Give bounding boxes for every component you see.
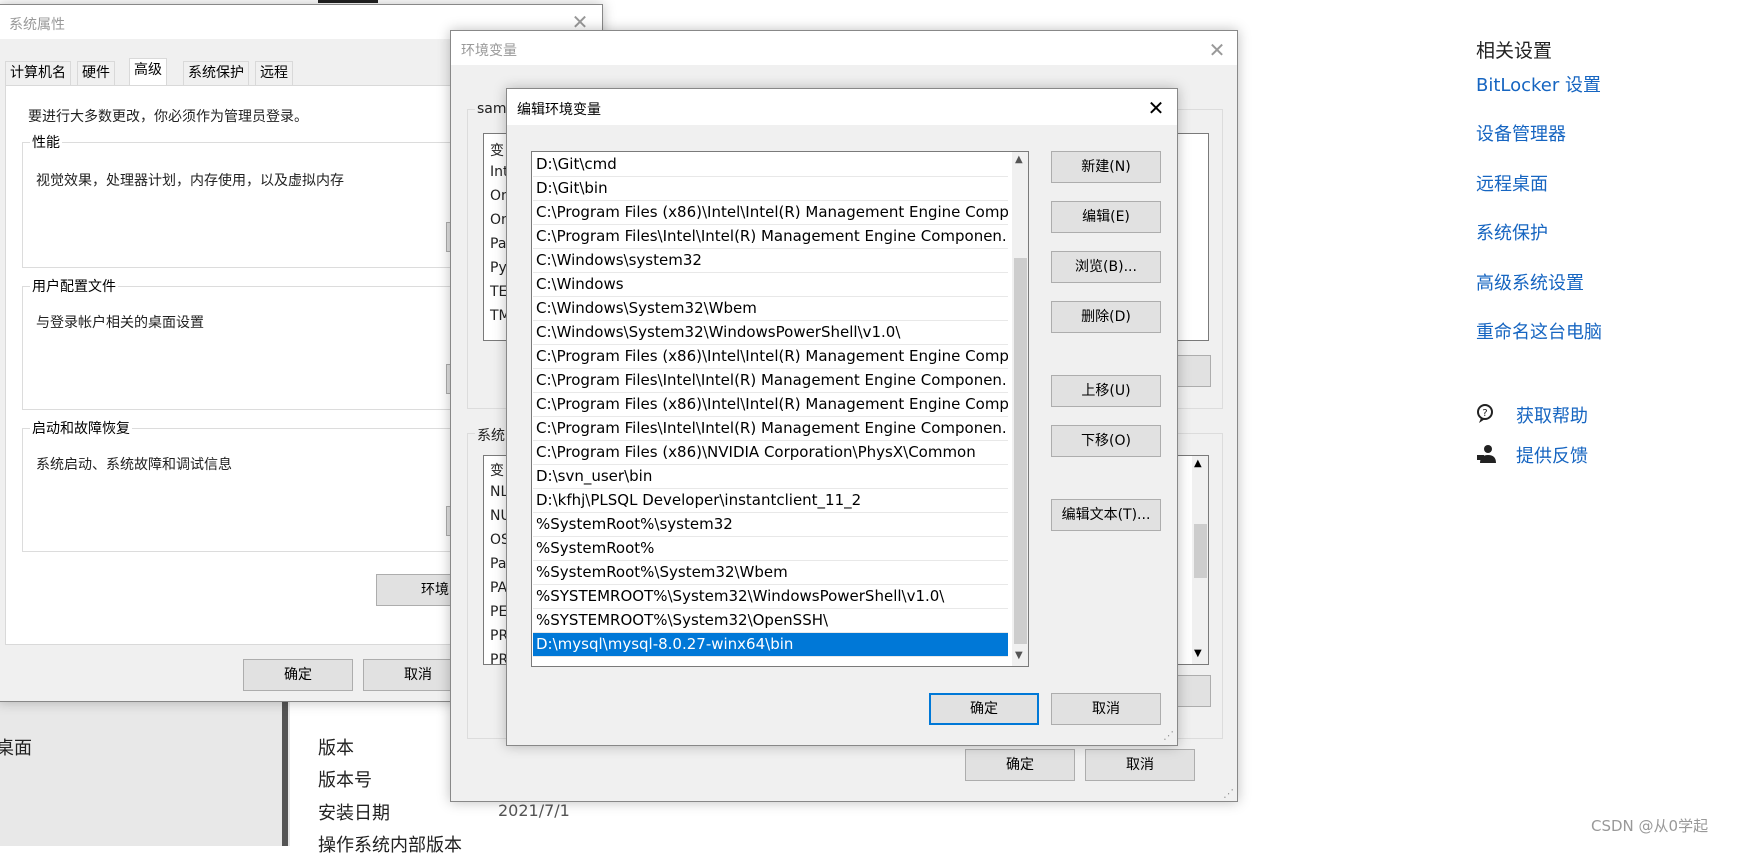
link-get-help[interactable]: 获取帮助 xyxy=(1516,402,1588,428)
resize-grip-icon[interactable]: ⋰ xyxy=(1163,729,1174,742)
tab-computer-name[interactable]: 计算机名 xyxy=(5,61,71,85)
path-entry[interactable]: C:\Program Files (x86)\Intel\Intel(R) Ma… xyxy=(533,393,1008,417)
svg-text:?: ? xyxy=(1482,408,1487,419)
about-label-install-date: 安装日期 xyxy=(318,803,390,824)
group-startup-recovery-label: 启动和故障恢复 xyxy=(30,418,132,438)
watermark: CSDN @从0学起 xyxy=(1591,817,1709,835)
settings-nav-pane xyxy=(0,700,290,846)
ok-button[interactable]: 确定 xyxy=(243,659,353,691)
path-entry[interactable]: C:\Windows\system32 xyxy=(533,249,1008,273)
feedback-person-icon xyxy=(1477,445,1496,463)
move-down-button[interactable]: 下移(O) xyxy=(1051,425,1161,457)
edit-env-titlebar: 编辑环境变量 ✕ xyxy=(507,89,1177,125)
system-variables-scrollbar[interactable]: ▲ ▼ xyxy=(1192,456,1208,664)
list-item: 变 xyxy=(490,463,504,479)
settings-pane-divider xyxy=(282,700,288,846)
path-entry[interactable]: %SystemRoot%\System32\Wbem xyxy=(533,561,1008,585)
delete-button[interactable]: 删除(D) xyxy=(1051,301,1161,333)
link-advanced-system-settings[interactable]: 高级系统设置 xyxy=(1476,269,1584,295)
group-user-profiles-label: 用户配置文件 xyxy=(30,276,118,296)
link-rename-pc[interactable]: 重命名这台电脑 xyxy=(1476,318,1602,344)
resize-grip-icon[interactable]: ⋰ xyxy=(1223,787,1234,800)
edit-button[interactable]: 编辑(E) xyxy=(1051,201,1161,233)
path-entry[interactable]: C:\Windows xyxy=(533,273,1008,297)
chevron-up-icon[interactable]: ▲ xyxy=(1194,458,1202,469)
path-entry[interactable]: D:\Git\cmd xyxy=(533,153,1008,177)
path-entries-container: D:\Git\cmd D:\Git\bin C:\Program Files (x8… xyxy=(533,153,1011,666)
path-entry[interactable]: D:\kfhj\PLSQL Developer\instantclient_11… xyxy=(533,489,1008,513)
new-button[interactable]: 新建(N) xyxy=(1051,151,1161,183)
system-properties-title: 系统属性 xyxy=(9,17,65,33)
about-label-os-build: 操作系统内部版本 xyxy=(318,835,462,856)
path-entry[interactable]: C:\Program Files\Intel\Intel(R) Manageme… xyxy=(533,417,1008,441)
cancel-button[interactable]: 取消 xyxy=(1085,749,1195,781)
path-entries-list[interactable]: D:\Git\cmd D:\Git\bin C:\Program Files (x8… xyxy=(531,151,1029,667)
ok-button[interactable]: 确定 xyxy=(965,749,1075,781)
path-entry[interactable]: %SYSTEMROOT%\System32\WindowsPowerShell\… xyxy=(533,585,1008,609)
admin-note: 要进行大多数更改，你必须作为管理员登录。 xyxy=(28,109,308,125)
path-entry[interactable]: %SystemRoot%\system32 xyxy=(533,513,1008,537)
about-label-edition: 版本 xyxy=(318,738,354,759)
cancel-button[interactable]: 取消 xyxy=(1051,693,1161,725)
list-item[interactable]: PA xyxy=(490,580,507,596)
link-remote-desktop[interactable]: 远程桌面 xyxy=(1476,170,1548,196)
path-entry-selected[interactable]: D:\mysql\mysql-8.0.27-winx64\bin xyxy=(533,633,1008,657)
path-entry[interactable]: D:\Git\bin xyxy=(533,177,1008,201)
close-icon[interactable]: ✕ xyxy=(1145,97,1167,119)
system-variables-label: 系统 xyxy=(475,425,507,445)
chevron-down-icon[interactable]: ▼ xyxy=(1194,648,1202,659)
path-entry[interactable]: %SYSTEMROOT%\System32\OpenSSH\ xyxy=(533,609,1008,633)
group-performance-label: 性能 xyxy=(30,132,62,152)
path-entry[interactable]: C:\Windows\System32\WindowsPowerShell\v1… xyxy=(533,321,1008,345)
path-entry[interactable]: C:\Program Files (x86)\Intel\Intel(R) Ma… xyxy=(533,201,1008,225)
scrollbar-thumb[interactable] xyxy=(1014,258,1027,644)
list-item[interactable]: Py xyxy=(490,260,507,276)
env-vars-title: 环境变量 xyxy=(461,43,517,59)
startup-recovery-description: 系统启动、系统故障和调试信息 xyxy=(36,457,232,473)
performance-description: 视觉效果，处理器计划，内存使用，以及虚拟内存 xyxy=(36,173,344,189)
close-icon[interactable]: ✕ xyxy=(1206,39,1228,61)
tab-system-protection[interactable]: 系统保护 xyxy=(183,61,249,85)
edit-text-button[interactable]: 编辑文本(T)... xyxy=(1051,499,1161,531)
list-item[interactable]: TE xyxy=(490,284,507,300)
about-label-version: 版本号 xyxy=(318,770,372,791)
path-list-scrollbar[interactable]: ▲ ▼ xyxy=(1012,152,1028,666)
list-item[interactable]: PE xyxy=(490,604,507,620)
path-entry[interactable]: C:\Windows\System32\Wbem xyxy=(533,297,1008,321)
chat-help-icon: ? xyxy=(1477,404,1493,423)
tab-hardware[interactable]: 硬件 xyxy=(77,61,115,85)
link-system-protection[interactable]: 系统保护 xyxy=(1476,219,1548,245)
path-entry[interactable]: C:\Program Files\Intel\Intel(R) Manageme… xyxy=(533,225,1008,249)
edit-env-title: 编辑环境变量 xyxy=(517,102,601,118)
settings-nav-item-partial[interactable]: 桌面 xyxy=(0,734,32,760)
edit-environment-variable-dialog: 编辑环境变量 ✕ D:\Git\cmd D:\Git\bin C:\Program … xyxy=(506,88,1178,746)
user-profiles-description: 与登录帐户相关的桌面设置 xyxy=(36,315,204,331)
path-entry[interactable]: C:\Program Files\Intel\Intel(R) Manageme… xyxy=(533,369,1008,393)
about-value-install-date: 2021/7/1 xyxy=(498,801,570,820)
path-entry[interactable]: D:\svn_user\bin xyxy=(533,465,1008,489)
list-item[interactable]: Pa xyxy=(490,556,506,572)
tab-remote[interactable]: 远程 xyxy=(255,61,293,85)
user-variables-label: sam xyxy=(475,101,509,117)
scrollbar-thumb[interactable] xyxy=(1194,524,1207,578)
chevron-up-icon[interactable]: ▲ xyxy=(1015,154,1023,165)
list-item[interactable]: Pa xyxy=(490,236,506,252)
browse-button[interactable]: 浏览(B)... xyxy=(1051,251,1161,283)
related-settings-title: 相关设置 xyxy=(1476,40,1553,62)
link-bitlocker[interactable]: BitLocker 设置 xyxy=(1476,71,1601,97)
chevron-down-icon[interactable]: ▼ xyxy=(1015,650,1023,661)
list-item: 变 xyxy=(490,143,504,159)
path-entry[interactable]: C:\Program Files (x86)\Intel\Intel(R) Ma… xyxy=(533,345,1008,369)
ok-button[interactable]: 确定 xyxy=(929,693,1039,725)
link-device-manager[interactable]: 设备管理器 xyxy=(1476,120,1566,146)
path-entry[interactable]: %SystemRoot% xyxy=(533,537,1008,561)
tab-advanced[interactable]: 高级 xyxy=(129,58,167,86)
link-give-feedback[interactable]: 提供反馈 xyxy=(1516,442,1588,468)
path-entry[interactable]: C:\Program Files (x86)\NVIDIA Corporatio… xyxy=(533,441,1008,465)
env-vars-titlebar: 环境变量 ✕ xyxy=(451,31,1237,65)
move-up-button[interactable]: 上移(U) xyxy=(1051,375,1161,407)
